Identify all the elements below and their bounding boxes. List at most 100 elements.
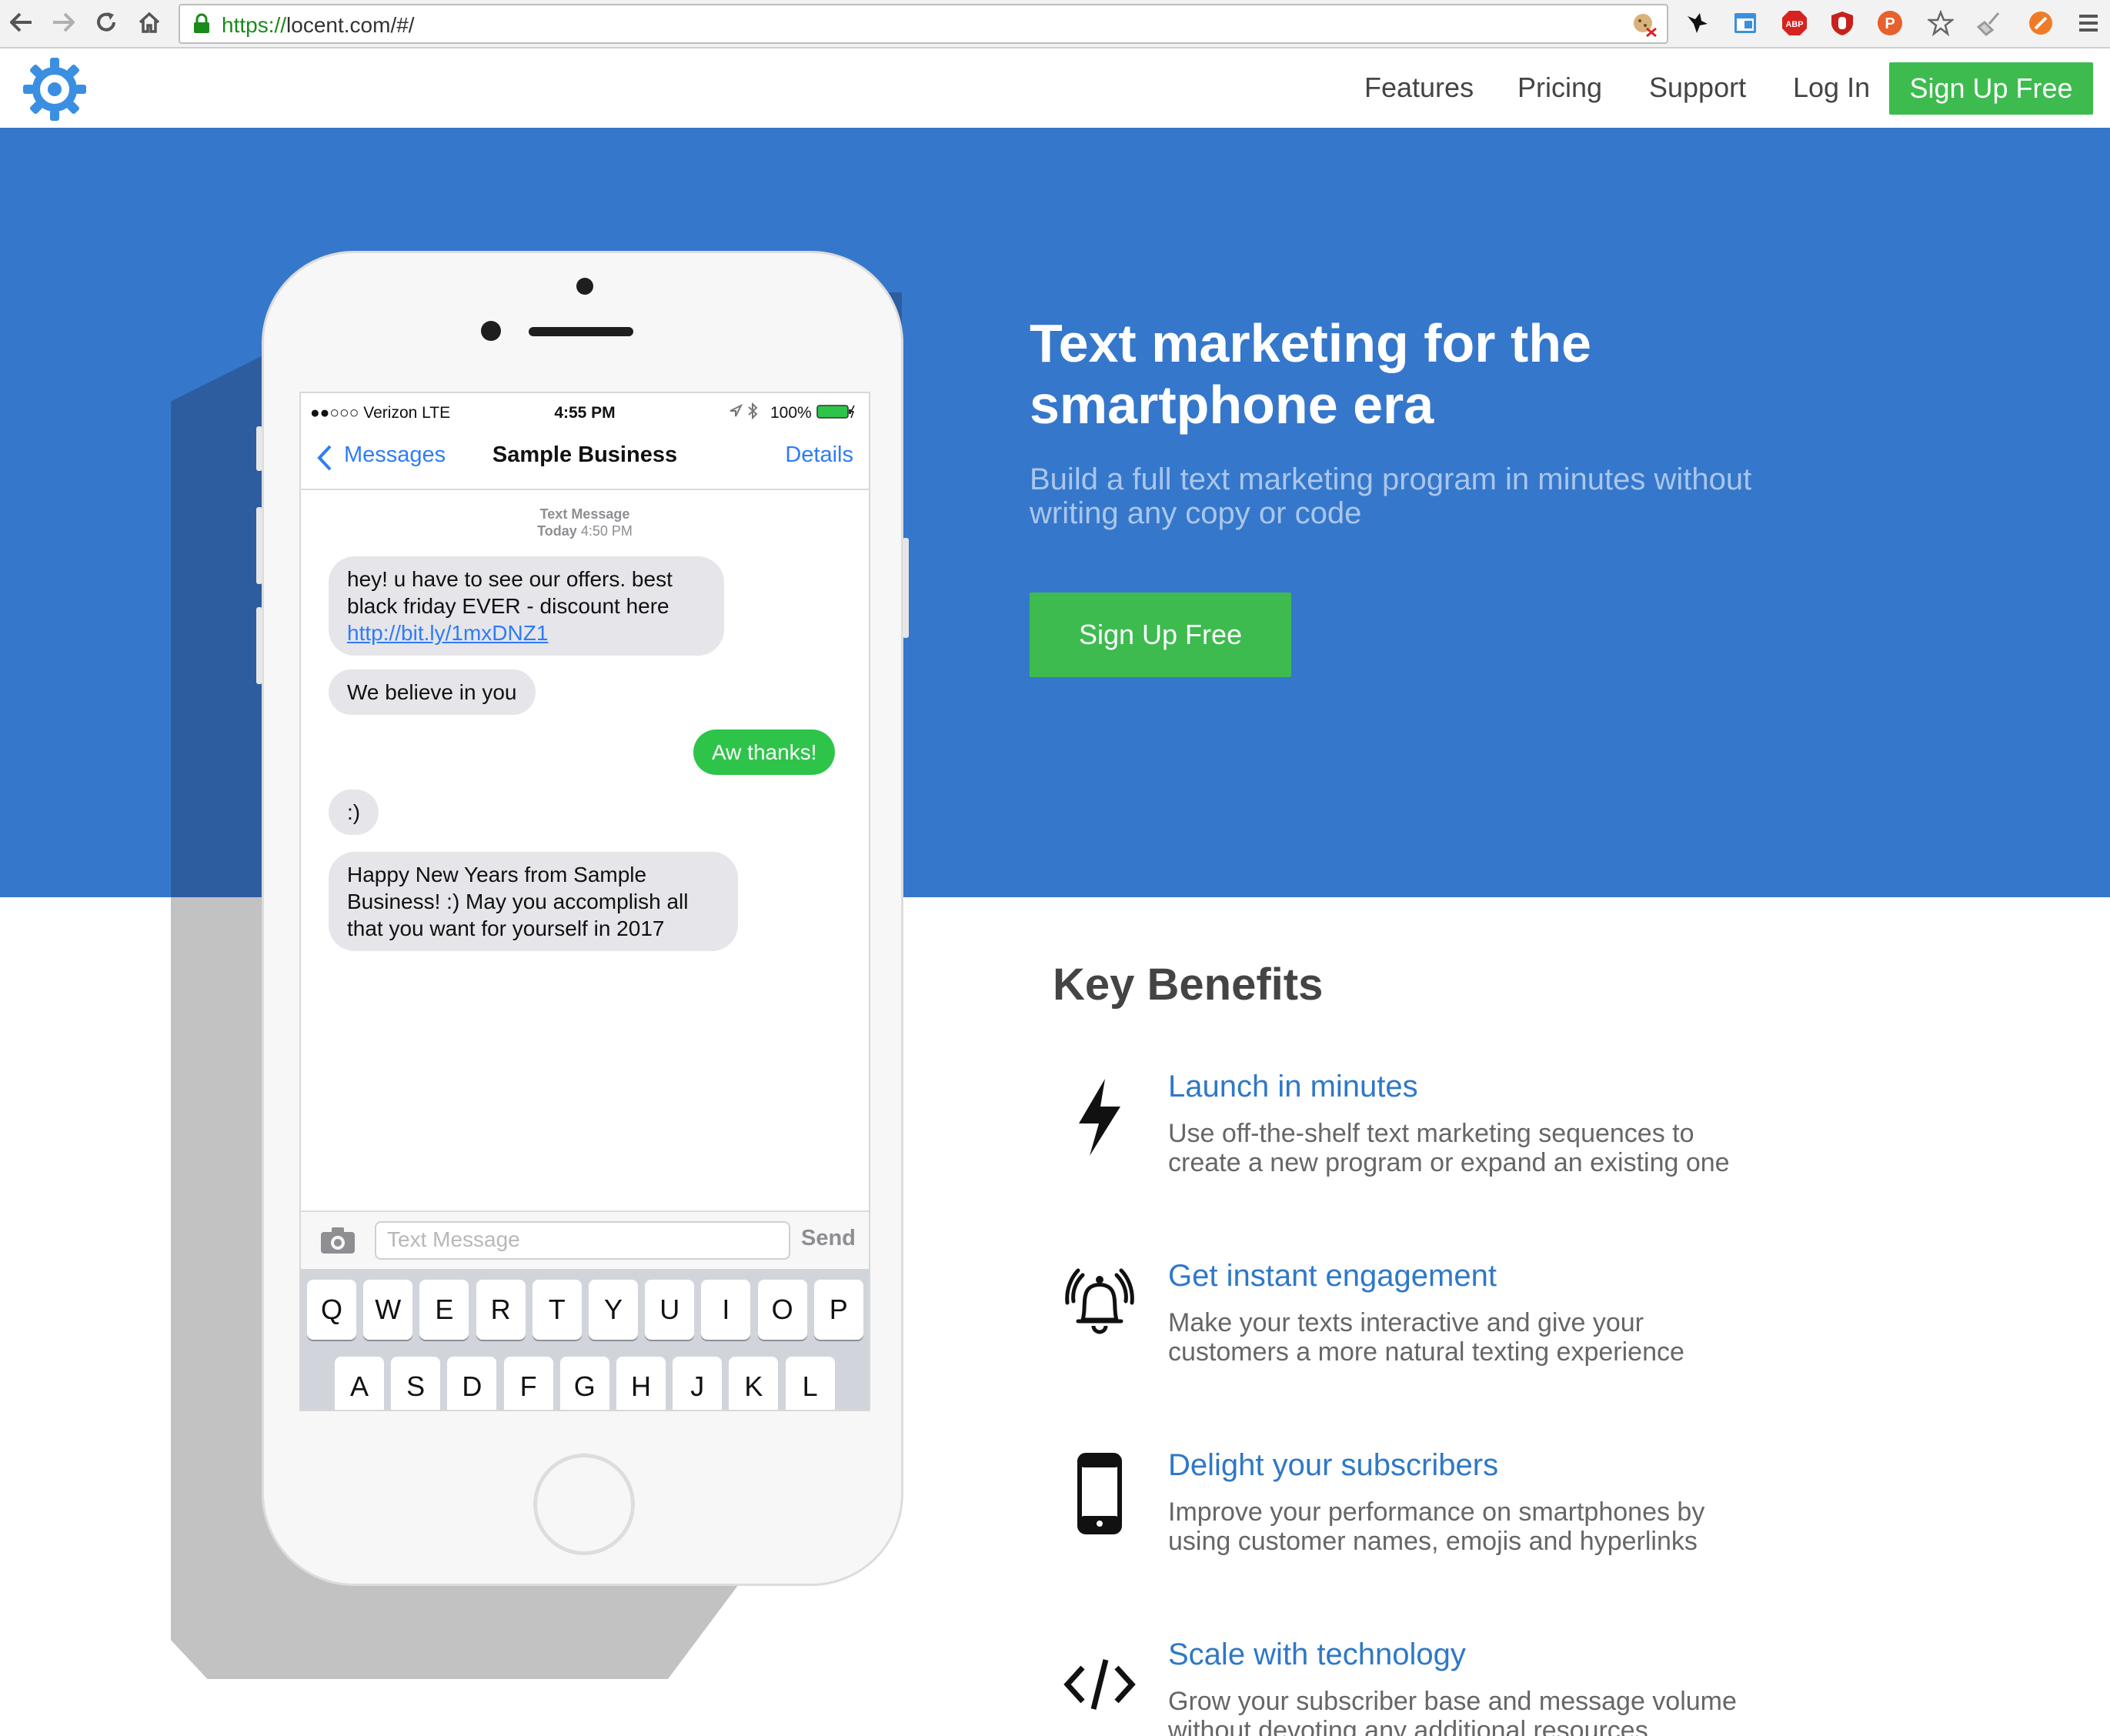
- message-bubble-outgoing: Aw thanks!: [693, 729, 836, 775]
- key-y[interactable]: Y: [589, 1280, 638, 1340]
- benefit-description: Use off-the-shelf text marketing sequenc…: [1168, 1119, 1730, 1177]
- message-type-label: Text Message: [539, 506, 630, 522]
- message-bubble-incoming: Happy New Years from Sample Business! :)…: [329, 852, 738, 951]
- key-e[interactable]: E: [419, 1280, 469, 1340]
- location-icon: [729, 404, 743, 417]
- hero-title: Text marketing for the smartphone era: [1030, 313, 1591, 435]
- extension-orange-icon[interactable]: [2025, 8, 2056, 38]
- key-j[interactable]: J: [673, 1357, 723, 1410]
- benefit-description: Make your texts interactive and give you…: [1168, 1308, 1684, 1367]
- forward-button[interactable]: [48, 7, 78, 38]
- key-i[interactable]: I: [701, 1280, 751, 1340]
- key-s[interactable]: S: [391, 1357, 441, 1410]
- address-bar[interactable]: https://locent.com/#/: [179, 4, 1668, 44]
- benefit-title: Get instant engagement: [1168, 1259, 1497, 1293]
- message-text: Happy New Years from Sample: [347, 863, 647, 886]
- header-signup-button[interactable]: Sign Up Free: [1889, 62, 2093, 115]
- browser-toolbar: https://locent.com/#/ ABP P: [0, 0, 2110, 48]
- benefit-title: Delight your subscribers: [1168, 1448, 1499, 1482]
- extension-window-icon[interactable]: [1730, 8, 1761, 38]
- bell-icon: [1057, 1262, 1142, 1347]
- phone-sensor: [576, 278, 593, 295]
- arrow-right-icon: [53, 12, 75, 32]
- message-text: black friday EVER - discount here: [347, 594, 669, 618]
- home-button[interactable]: [134, 7, 165, 38]
- benefit-description: Grow your subscriber base and message vo…: [1168, 1687, 1737, 1736]
- benefit-description: Improve your performance on smartphones …: [1168, 1497, 1705, 1556]
- gear-logo-icon: [23, 58, 86, 121]
- battery-icon: [816, 405, 855, 419]
- hero-signup-button[interactable]: Sign Up Free: [1030, 593, 1291, 677]
- arrow-left-icon: [10, 12, 32, 32]
- key-w[interactable]: W: [363, 1280, 413, 1340]
- bluetooth-icon: [748, 402, 758, 419]
- message-link[interactable]: http://bit.ly/1mxDNZ1: [347, 621, 548, 645]
- message-bubble-incoming: hey! u have to see our offers. best blac…: [329, 556, 724, 656]
- nav-login[interactable]: Log In: [1793, 72, 1870, 104]
- key-f[interactable]: F: [503, 1357, 553, 1410]
- key-t[interactable]: T: [532, 1280, 582, 1340]
- key-l[interactable]: L: [785, 1357, 835, 1410]
- producthunt-icon[interactable]: P: [1875, 8, 1905, 38]
- ublock-icon[interactable]: [1827, 8, 1858, 38]
- bookmark-star-icon[interactable]: [1925, 8, 1956, 38]
- nav-support[interactable]: Support: [1649, 72, 1746, 104]
- message-text: Business! :) May you accomplish all: [347, 890, 689, 913]
- ios-keyboard: QWERTYUIOPASDFGHJKLZXCVBNM123spacereturn: [301, 1269, 869, 1410]
- nav-features[interactable]: Features: [1364, 72, 1474, 104]
- benefits-heading: Key Benefits: [1053, 960, 1324, 1010]
- browser-menu-icon[interactable]: [2073, 8, 2104, 38]
- phone-home-button: [533, 1454, 635, 1555]
- key-d[interactable]: D: [447, 1357, 497, 1410]
- phone-volume-button: [256, 426, 262, 471]
- extension-bird-icon[interactable]: [1682, 8, 1713, 38]
- key-k[interactable]: K: [729, 1357, 779, 1410]
- phone-speaker: [529, 327, 633, 336]
- cookie-blocked-icon[interactable]: [1631, 12, 1658, 38]
- phone-mockup: ●●○○○ Verizon LTE 4:55 PM 100% Messages …: [256, 251, 909, 1586]
- key-h[interactable]: H: [616, 1357, 666, 1410]
- reload-button[interactable]: [91, 7, 122, 38]
- code-icon: [1057, 1642, 1142, 1727]
- extension-broom-icon[interactable]: [1975, 8, 2005, 38]
- key-q[interactable]: Q: [307, 1280, 356, 1340]
- phone-volume-button: [256, 507, 262, 584]
- benefit-title: Scale with technology: [1168, 1638, 1466, 1671]
- send-button[interactable]: Send: [801, 1226, 856, 1251]
- phone-power-button: [903, 538, 909, 638]
- message-input[interactable]: Text Message: [375, 1221, 790, 1260]
- hero-subtitle: Build a full text marketing program in m…: [1030, 462, 1752, 530]
- key-g[interactable]: G: [559, 1357, 609, 1410]
- conversation-timestamp: Text Message Today 4:50 PM: [301, 506, 869, 539]
- details-link[interactable]: Details: [785, 442, 853, 468]
- key-p[interactable]: P: [813, 1280, 863, 1340]
- site-header: Features Pricing Support Log In Sign Up …: [0, 50, 2110, 128]
- url-text: https://locent.com/#/: [222, 13, 415, 37]
- compose-bar: Text Message Send: [301, 1210, 869, 1269]
- key-o[interactable]: O: [757, 1280, 807, 1340]
- camera-icon[interactable]: [319, 1226, 356, 1255]
- back-button[interactable]: [6, 7, 37, 38]
- message-bubble-incoming: We believe in you: [329, 669, 536, 715]
- svg-text:ABP: ABP: [1785, 20, 1803, 29]
- key-a[interactable]: A: [335, 1357, 384, 1410]
- phone-screen: ●●○○○ Verizon LTE 4:55 PM 100% Messages …: [299, 392, 870, 1411]
- lock-icon: [194, 13, 209, 33]
- phone-front-camera: [481, 321, 501, 341]
- home-icon: [139, 12, 160, 33]
- smartphone-icon: [1057, 1451, 1142, 1536]
- phone-volume-button: [256, 607, 262, 684]
- message-date-label: Today 4:50 PM: [537, 523, 633, 539]
- locent-logo[interactable]: [22, 56, 88, 122]
- svg-text:P: P: [1885, 15, 1895, 32]
- key-r[interactable]: R: [476, 1280, 526, 1340]
- message-text: that you want for yourself in 2017: [347, 916, 665, 940]
- adblock-icon[interactable]: ABP: [1779, 8, 1810, 38]
- contact-name: Sample Business: [492, 442, 678, 467]
- message-bubble-incoming: :): [329, 790, 379, 835]
- message-text: hey! u have to see our offers. best: [347, 567, 673, 591]
- key-u[interactable]: U: [645, 1280, 695, 1340]
- nav-pricing[interactable]: Pricing: [1517, 72, 1602, 104]
- status-bar: ●●○○○ Verizon LTE 4:55 PM 100%: [301, 393, 869, 429]
- lightning-icon: [1057, 1075, 1142, 1160]
